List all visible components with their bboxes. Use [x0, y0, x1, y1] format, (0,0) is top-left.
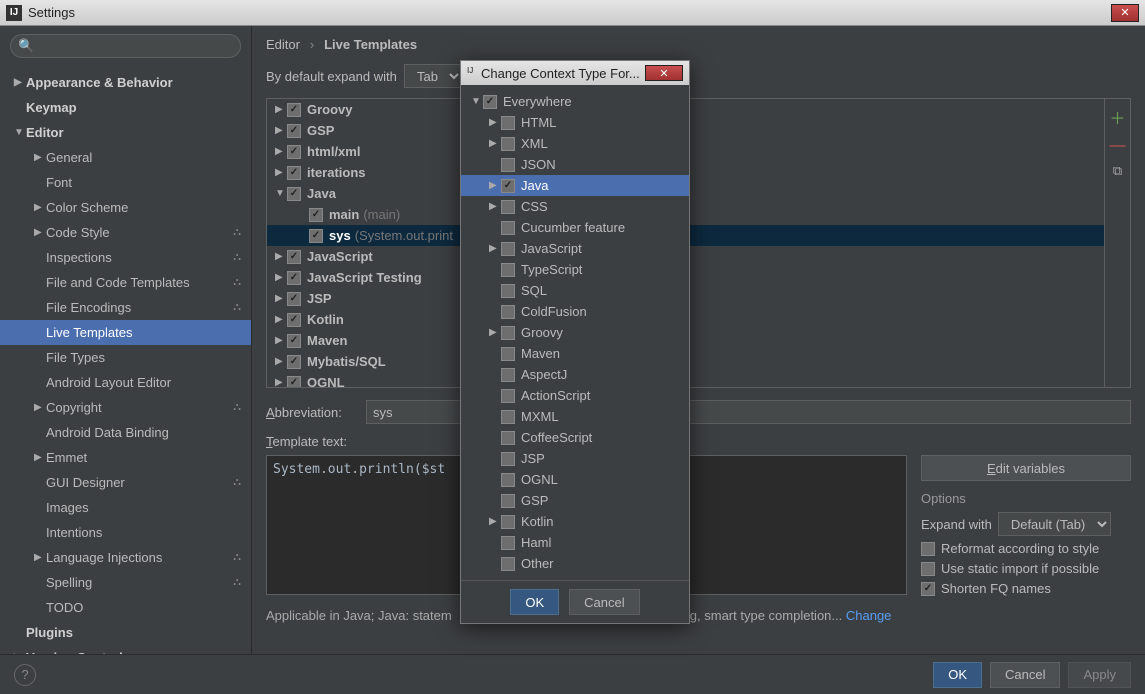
sidebar-item[interactable]: GUI Designer⛬: [0, 470, 251, 495]
context-type-row[interactable]: Other: [461, 553, 689, 574]
context-type-row[interactable]: JSON: [461, 154, 689, 175]
sidebar-item[interactable]: Spelling⛬: [0, 570, 251, 595]
settings-search-input[interactable]: [10, 34, 241, 58]
sidebar-item[interactable]: ▶Copyright⛬: [0, 395, 251, 420]
sidebar-item[interactable]: Plugins: [0, 620, 251, 645]
sidebar-item[interactable]: Font: [0, 170, 251, 195]
search-icon: 🔍: [18, 38, 34, 54]
apply-button[interactable]: Apply: [1068, 662, 1131, 688]
context-type-row[interactable]: Cucumber feature: [461, 217, 689, 238]
options-header: Options: [921, 491, 1131, 506]
sidebar-item[interactable]: Images: [0, 495, 251, 520]
context-type-row[interactable]: ▶HTML: [461, 112, 689, 133]
abbreviation-label: AAbbreviation:bbreviation:: [266, 405, 356, 420]
sidebar-item[interactable]: File Encodings⛬: [0, 295, 251, 320]
expand-default-label: By default expand with: [266, 69, 397, 84]
context-type-row[interactable]: ▶Kotlin: [461, 511, 689, 532]
template-text-label: Template text:: [266, 434, 1131, 449]
sidebar-item[interactable]: ▶Code Style⛬: [0, 220, 251, 245]
applicable-context-text: Applicable in Java; Java: statem: [266, 608, 452, 623]
context-type-row[interactable]: ▶Java: [461, 175, 689, 196]
shorten-fq-checkbox[interactable]: [921, 582, 935, 596]
context-type-row[interactable]: Maven: [461, 343, 689, 364]
ok-button[interactable]: OK: [933, 662, 982, 688]
dialog-close-button[interactable]: ✕: [645, 65, 683, 81]
sidebar-item[interactable]: File Types: [0, 345, 251, 370]
sidebar-item[interactable]: ▶Appearance & Behavior: [0, 70, 251, 95]
reformat-checkbox[interactable]: [921, 542, 935, 556]
sidebar-item[interactable]: ▼Editor: [0, 120, 251, 145]
context-type-row[interactable]: SQL: [461, 280, 689, 301]
breadcrumb-current: Live Templates: [324, 37, 417, 52]
expand-default-combo[interactable]: Tab: [404, 64, 463, 88]
context-type-row[interactable]: ▶XML: [461, 133, 689, 154]
template-groups-list[interactable]: ▶Groovy▶GSP▶html/xml▶iterations▼Javamain…: [266, 98, 1131, 388]
sidebar-item[interactable]: Live Templates: [0, 320, 251, 345]
context-type-row[interactable]: AspectJ: [461, 364, 689, 385]
help-button[interactable]: ?: [14, 664, 36, 686]
sidebar-item[interactable]: ▶Emmet: [0, 445, 251, 470]
context-type-row[interactable]: ColdFusion: [461, 301, 689, 322]
settings-tree[interactable]: ▶Appearance & BehaviorKeymap▼Editor▶Gene…: [0, 66, 251, 654]
context-type-row[interactable]: CoffeeScript: [461, 427, 689, 448]
expand-with-label: Expand with: [921, 517, 992, 532]
context-type-row[interactable]: ActionScript: [461, 385, 689, 406]
copy-template-button[interactable]: ⧉: [1113, 163, 1122, 179]
window-close-button[interactable]: ✕: [1111, 4, 1139, 22]
app-icon: IJ: [467, 66, 481, 80]
change-context-link[interactable]: Change: [846, 608, 892, 623]
context-type-row[interactable]: Haml: [461, 532, 689, 553]
expand-with-combo[interactable]: Default (Tab): [998, 512, 1111, 536]
context-type-row[interactable]: ▶Groovy: [461, 322, 689, 343]
breadcrumb: Editor › Live Templates: [266, 36, 1131, 52]
settings-main: Editor › Live Templates By default expan…: [252, 26, 1145, 654]
dialog-title: Change Context Type For...: [481, 66, 640, 81]
context-type-tree[interactable]: ▼Everywhere▶HTML▶XMLJSON▶Java▶CSSCucumbe…: [461, 85, 689, 580]
context-type-row[interactable]: GSP: [461, 490, 689, 511]
window-title: Settings: [28, 5, 75, 20]
breadcrumb-editor[interactable]: Editor: [266, 37, 300, 52]
context-type-row[interactable]: ▶CSS: [461, 196, 689, 217]
context-type-row[interactable]: JSP: [461, 448, 689, 469]
edit-variables-button[interactable]: Edit variables: [921, 455, 1131, 481]
context-type-row[interactable]: ▼Everywhere: [461, 91, 689, 112]
context-type-row[interactable]: ▶JavaScript: [461, 238, 689, 259]
sidebar-item[interactable]: ▶General: [0, 145, 251, 170]
context-type-row[interactable]: MXML: [461, 406, 689, 427]
cancel-button[interactable]: Cancel: [990, 662, 1060, 688]
sidebar-item[interactable]: Intentions: [0, 520, 251, 545]
sidebar-item[interactable]: ▶Color Scheme: [0, 195, 251, 220]
sidebar-item[interactable]: Android Layout Editor: [0, 370, 251, 395]
dialog-cancel-button[interactable]: Cancel: [569, 589, 639, 615]
sidebar-item[interactable]: TODO: [0, 595, 251, 620]
static-import-checkbox[interactable]: [921, 562, 935, 576]
sidebar-item[interactable]: Android Data Binding: [0, 420, 251, 445]
dialog-ok-button[interactable]: OK: [510, 589, 559, 615]
sidebar-item[interactable]: Keymap: [0, 95, 251, 120]
app-icon: IJ: [6, 5, 22, 21]
context-type-row[interactable]: OGNL: [461, 469, 689, 490]
add-template-button[interactable]: ＋: [1109, 105, 1125, 129]
change-context-dialog: IJ Change Context Type For... ✕ ▼Everywh…: [460, 60, 690, 624]
sidebar-item[interactable]: Inspections⛬: [0, 245, 251, 270]
sidebar-item[interactable]: File and Code Templates⛬: [0, 270, 251, 295]
remove-template-button[interactable]: —: [1110, 137, 1126, 155]
context-type-row[interactable]: TypeScript: [461, 259, 689, 280]
sidebar-item[interactable]: ▶Version Control⛬: [0, 645, 251, 654]
dialog-footer: ? OK Cancel Apply: [0, 654, 1145, 694]
settings-sidebar: 🔍 ▶Appearance & BehaviorKeymap▼Editor▶Ge…: [0, 26, 252, 654]
sidebar-item[interactable]: ▶Language Injections⛬: [0, 545, 251, 570]
titlebar: IJ Settings ✕: [0, 0, 1145, 26]
